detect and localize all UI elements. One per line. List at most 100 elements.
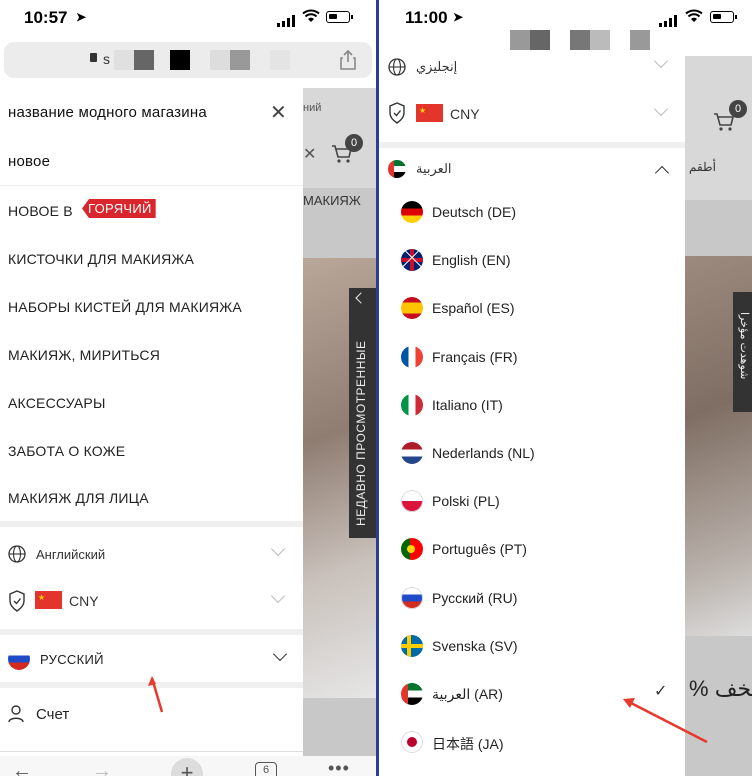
status-time: 10:57: [24, 8, 68, 27]
tabs-count-icon[interactable]: 6: [255, 762, 277, 776]
currency-row[interactable]: ★ CNY: [0, 585, 303, 617]
lock-icon: [90, 53, 97, 62]
hot-badge: ГОРЯЧИЙ: [82, 199, 156, 218]
germany-flag-icon: [401, 201, 423, 223]
share-icon[interactable]: [340, 50, 356, 70]
russia-flag-icon: [401, 586, 423, 609]
signal-icon: [277, 12, 295, 32]
currency-row[interactable]: ★ CNY: [379, 98, 685, 130]
language-option[interactable]: Русский (RU): [401, 586, 661, 611]
redaction-block: [170, 50, 190, 70]
search-title: название модного магазина: [8, 104, 207, 121]
language-option-label: Deutsch (DE): [432, 204, 517, 220]
shield-icon: [9, 590, 25, 612]
battery-icon: [326, 11, 353, 23]
menu-item-skin-care[interactable]: ЗАБОТА О КОЖЕ: [8, 443, 125, 459]
location-icon: ➤: [453, 10, 464, 24]
background-header: ний ✕ 0: [303, 88, 376, 188]
divider: [0, 751, 303, 752]
uae-flag-icon: [401, 683, 423, 705]
language-option[interactable]: Português (PT): [401, 538, 661, 562]
menu-item-makeup[interactable]: МАКИЯЖ, МИРИТЬСЯ: [8, 347, 160, 363]
uae-flag-icon: [388, 160, 406, 178]
close-icon[interactable]: ✕: [270, 100, 287, 125]
china-flag-icon: ★: [35, 591, 62, 609]
redaction-block: [530, 30, 550, 50]
back-icon[interactable]: ←: [12, 760, 32, 776]
language-option[interactable]: Español (ES): [401, 297, 661, 321]
url-text: s: [103, 51, 110, 67]
menu-item-accessories[interactable]: АКСЕССУАРЫ: [8, 395, 106, 411]
redaction-block: [570, 30, 590, 50]
arabic-language-header[interactable]: العربية: [379, 156, 685, 184]
redaction-block: [590, 30, 610, 50]
redaction-block: [230, 50, 250, 70]
language-option[interactable]: Français (FR): [401, 345, 661, 370]
menu-item-new[interactable]: новое: [8, 153, 50, 170]
chevron-down-icon: [270, 588, 286, 604]
background-page: ний ✕ 0 МАКИЯЖ НЕДАВНО ПРОСМОТРЕННЫЕ: [303, 88, 376, 776]
chevron-left-icon: [355, 292, 367, 304]
language-option[interactable]: Italiano (IT): [401, 393, 661, 418]
chevron-down-icon: [653, 101, 669, 117]
new-tab-icon[interactable]: +: [171, 758, 203, 776]
menu-item-new-in[interactable]: НОВОЕ В: [8, 203, 73, 219]
more-icon[interactable]: •••: [328, 758, 350, 776]
section-separator: [0, 521, 303, 527]
recently-viewed-label: شوهدت مؤخرا: [738, 312, 750, 380]
japan-flag-icon: [401, 731, 423, 754]
language-option[interactable]: English (EN): [401, 249, 661, 273]
russian-label: РУССКИЙ: [40, 652, 104, 667]
globe-icon: [388, 58, 406, 76]
chevron-down-icon: [272, 646, 288, 662]
annotation-arrow: [623, 698, 708, 744]
language-row[interactable]: Английский: [0, 538, 303, 570]
recently-viewed-tab[interactable]: НЕДАВНО ПРОСМОТРЕННЫЕ: [349, 288, 376, 538]
left-screenshot: 10:57 ➤ s ний ✕ 0 МАКИЯЖ НЕДАВНО ПРОСМОТ…: [0, 0, 376, 776]
recently-viewed-tab[interactable]: شوهدت مؤخرا: [733, 292, 752, 412]
account-label: Счет: [36, 706, 70, 723]
spain-flag-icon: [401, 297, 423, 320]
poland-flag-icon: [401, 490, 423, 513]
language-row[interactable]: إنجليزي: [379, 53, 685, 80]
france-flag-icon: [401, 345, 423, 368]
language-option[interactable]: Deutsch (DE): [401, 201, 661, 225]
background-text-fragment: أطقم: [689, 160, 716, 174]
portugal-flag-icon: [401, 538, 423, 561]
battery-icon: [710, 11, 737, 23]
language-option-label: English (EN): [432, 252, 511, 269]
menu-item-makeup-brushes[interactable]: КИСТОЧКИ ДЛЯ МАКИЯЖА: [8, 251, 194, 267]
location-icon: ➤: [76, 10, 87, 24]
chevron-down-icon: [653, 53, 669, 69]
divider: [0, 185, 303, 186]
language-option[interactable]: Svenska (SV): [401, 634, 661, 659]
wifi-icon: [685, 9, 703, 22]
language-drawer: إنجليزي ★ CNY العربية Deutsch (DE) Englis…: [379, 53, 685, 776]
status-time: 11:00: [405, 8, 448, 27]
menu-item-face-makeup[interactable]: МАКИЯЖ ДЛЯ ЛИЦА: [8, 490, 149, 506]
address-bar[interactable]: s: [4, 42, 372, 78]
background-page: أطقم 0 شوهدت مؤخرا % تخف: [685, 56, 752, 776]
language-option[interactable]: Polski (PL): [401, 490, 661, 514]
china-flag-icon: ★: [416, 104, 443, 122]
language-label: Английский: [36, 547, 106, 562]
currency-label: CNY: [450, 106, 480, 122]
cart-count-badge: 0: [345, 134, 363, 152]
language-option-label: Polski (PL): [432, 493, 500, 510]
globe-icon: [8, 545, 26, 563]
menu-item-brush-sets[interactable]: НАБОРЫ КИСТЕЙ ДЛЯ МАКИЯЖА: [8, 299, 242, 315]
status-bar: 10:57 ➤: [0, 0, 376, 34]
chevron-up-icon: [654, 165, 670, 181]
cart-count-badge: 0: [729, 100, 747, 118]
language-option-label: Español (ES): [432, 300, 515, 317]
forward-icon[interactable]: →: [92, 760, 112, 776]
section-separator: [379, 142, 685, 148]
russia-flag-icon: [8, 648, 30, 670]
language-option-label: Français (FR): [432, 348, 518, 365]
netherlands-flag-icon: [401, 442, 423, 464]
italy-flag-icon: [401, 393, 423, 416]
chevron-down-icon: [270, 541, 286, 557]
redaction-block: [210, 50, 230, 70]
language-option[interactable]: Nederlands (NL): [401, 442, 661, 466]
shield-icon: [389, 102, 405, 124]
